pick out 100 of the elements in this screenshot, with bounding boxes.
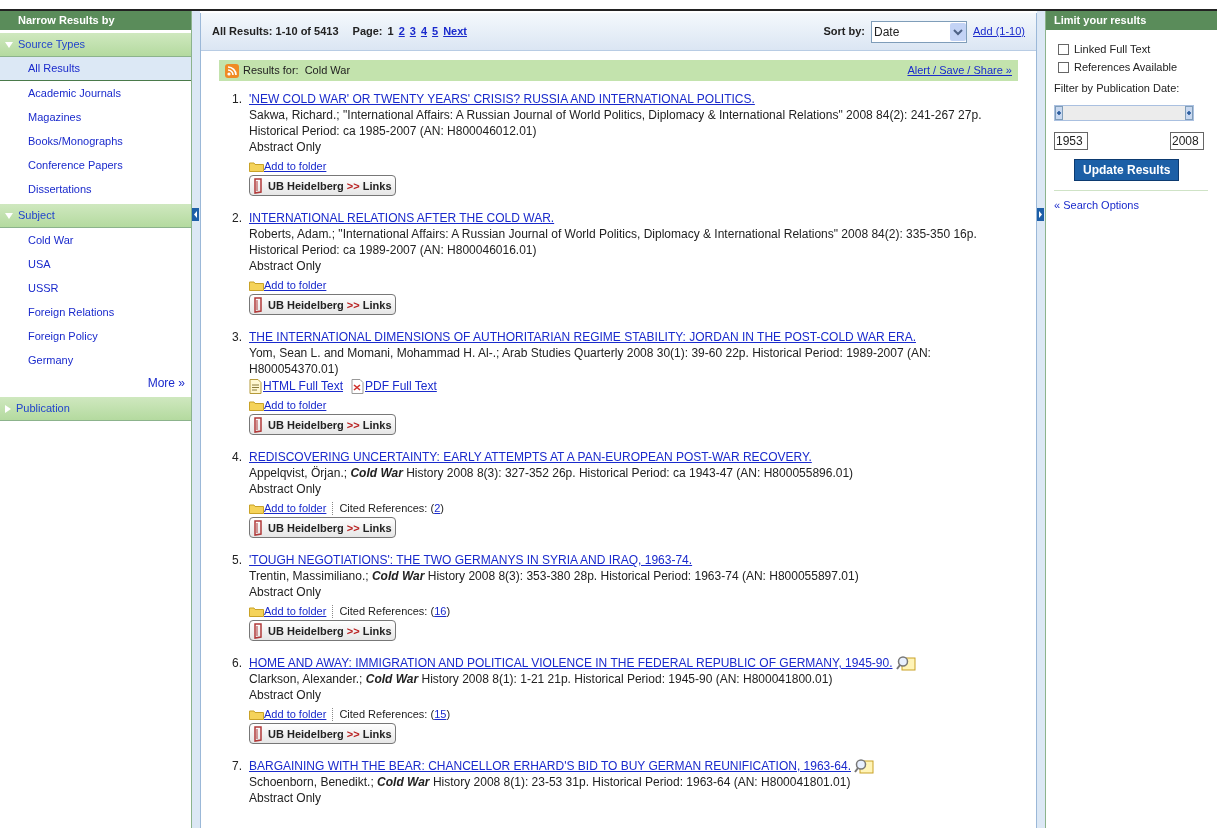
add-to-folder-link[interactable]: Add to folder bbox=[264, 279, 327, 292]
ub-heidelberg-links-button[interactable]: UB Heidelberg >> Links bbox=[249, 294, 396, 315]
checkbox[interactable] bbox=[1058, 43, 1069, 55]
alert-save-share-link[interactable]: Alert / Save / Share » bbox=[907, 62, 1012, 79]
result-title-link[interactable]: THE INTERNATIONAL DIMENSIONS OF AUTHORITARIAN REGIME STABILITY: JORDAN IN THE POST-COLD WAR ERA. bbox=[249, 329, 916, 345]
cited-references-link[interactable]: 16 bbox=[434, 605, 447, 618]
section-header[interactable]: Source Types bbox=[0, 33, 191, 57]
citation-text: Schoenborn, Benedikt.; Cold War History 2008 8(1): 23-53 31p. Historical Period: 1963-64 (AN: H800041801.01) bbox=[249, 774, 851, 790]
to-year-field[interactable]: 2008 bbox=[1170, 131, 1204, 150]
search-options-link[interactable]: « Search Options bbox=[1054, 196, 1209, 213]
update-results-button[interactable]: Update Results bbox=[1074, 158, 1180, 181]
checkbox[interactable] bbox=[1058, 61, 1069, 73]
availability-text: Abstract Only bbox=[249, 584, 322, 600]
add-to-folder-link[interactable]: Add to folder bbox=[264, 605, 327, 618]
book-icon bbox=[253, 725, 264, 742]
search-query: Cold War bbox=[304, 63, 351, 79]
cited-references-label: Cited References: ( bbox=[339, 708, 435, 721]
full-text-link[interactable]: HTML Full Text bbox=[263, 378, 343, 394]
availability-text: Abstract Only bbox=[249, 481, 322, 497]
ub-heidelberg-links-button[interactable]: UB Heidelberg >> Links bbox=[249, 175, 396, 196]
filter-link[interactable]: Germany bbox=[0, 348, 191, 372]
page-link[interactable]: 5 bbox=[432, 23, 439, 40]
filter-link[interactable]: Cold War bbox=[0, 228, 191, 252]
closing-parenthesis: ) bbox=[446, 708, 451, 721]
document-icon bbox=[249, 378, 262, 394]
add-to-folder-link[interactable]: Add to folder bbox=[264, 399, 327, 412]
from-year-field[interactable]: 1953 bbox=[1054, 131, 1088, 150]
result-number: 4. bbox=[231, 449, 242, 466]
result-title-link[interactable]: HOME AND AWAY: IMMIGRATION AND POLITICAL VIOLENCE IN THE FEDERAL REPUBLIC OF GERMANY, 1945-90. bbox=[249, 655, 893, 671]
magnifier-preview-icon[interactable] bbox=[895, 655, 916, 671]
filter-link[interactable]: Books/Monographs bbox=[0, 129, 191, 153]
add-to-folder-link[interactable]: Add to folder bbox=[264, 502, 327, 515]
folder-icon bbox=[249, 400, 264, 411]
sort-dropdown[interactable]: Date bbox=[871, 20, 967, 43]
page-link[interactable]: 1 bbox=[387, 23, 394, 40]
checkbox-label: Linked Full Text bbox=[1074, 41, 1151, 57]
result-number: 5. bbox=[231, 552, 242, 569]
filter-link[interactable]: Dissertations bbox=[0, 177, 191, 201]
filter-link[interactable]: Academic Journals bbox=[0, 81, 191, 105]
page-link[interactable]: 3 bbox=[409, 23, 416, 40]
result-number: 7. bbox=[231, 758, 242, 775]
slider-thumb[interactable] bbox=[1185, 105, 1193, 120]
result-number: 3. bbox=[231, 329, 242, 346]
book-icon bbox=[253, 296, 264, 313]
filter-link[interactable]: All Results bbox=[0, 57, 191, 81]
ub-heidelberg-links-button[interactable]: UB Heidelberg >> Links bbox=[249, 620, 396, 641]
filter-link[interactable]: Foreign Policy bbox=[0, 324, 191, 348]
book-icon bbox=[253, 622, 264, 639]
availability-text: Abstract Only bbox=[249, 258, 322, 274]
section-header[interactable]: Publication bbox=[0, 397, 191, 421]
cited-references-label: Cited References: ( bbox=[339, 502, 435, 515]
result-title-link[interactable]: 'TOUGH NEGOTIATIONS': THE TWO GERMANYS IN SYRIA AND IRAQ, 1963-74. bbox=[249, 552, 693, 568]
book-icon bbox=[253, 416, 264, 433]
page-link[interactable]: 2 bbox=[398, 23, 405, 40]
filter-link[interactable]: Magazines bbox=[0, 105, 191, 129]
magnifier-preview-icon[interactable] bbox=[853, 758, 874, 774]
results-for-label: Results for: bbox=[243, 63, 299, 79]
page-link[interactable]: 4 bbox=[420, 23, 428, 40]
citation-text: Yom, Sean L. and Momani, Mohammad H. Al-.; Arab Studies Quarterly 2008 30(1): 39-60 22p. Historical Period: 1989-2007 (AN: H800054370.01) bbox=[249, 345, 932, 377]
book-icon bbox=[253, 519, 264, 536]
collapse-left-icon[interactable] bbox=[192, 208, 199, 221]
next-link[interactable]: Next bbox=[443, 23, 467, 40]
add-to-folder-link[interactable]: Add to folder bbox=[264, 160, 327, 173]
filter-link[interactable]: USSR bbox=[0, 276, 191, 300]
folder-icon bbox=[249, 161, 264, 172]
result-number: 1. bbox=[231, 91, 242, 108]
result-title-link[interactable]: REDISCOVERING UNCERTAINTY: EARLY ATTEMPTS AT A PAN-EUROPEAN POST-WAR RECOVERY. bbox=[249, 449, 812, 465]
filter-link[interactable]: Foreign Relations bbox=[0, 300, 191, 324]
filter-link[interactable]: Conference Papers bbox=[0, 153, 191, 177]
result-title-link[interactable]: INTERNATIONAL RELATIONS AFTER THE COLD WAR. bbox=[249, 210, 555, 226]
results-count: All Results: 1-10 of 5413 bbox=[212, 24, 339, 40]
ub-heidelberg-links-button[interactable]: UB Heidelberg >> Links bbox=[249, 517, 396, 538]
panel-title: Narrow Results by bbox=[0, 11, 191, 30]
cited-references-label: Cited References: ( bbox=[339, 605, 435, 618]
rss-icon[interactable] bbox=[225, 63, 239, 78]
collapse-right-icon[interactable] bbox=[1037, 208, 1044, 221]
add-all-link[interactable]: Add (1-10) bbox=[973, 23, 1025, 40]
result-title-link[interactable]: BARGAINING WITH THE BEAR: CHANCELLOR ERHARD'S BID TO BUY GERMAN REUNIFICATION, 1963-64. bbox=[249, 758, 851, 774]
citation-text: Appelqvist, Örjan.; Cold War History 2008 8(3): 327-352 26p. Historical Period: ca 1943-47 (AN: H800055896.01) bbox=[249, 465, 854, 481]
availability-text: Abstract Only bbox=[249, 687, 322, 703]
book-icon bbox=[253, 177, 264, 194]
checkbox-label: References Available bbox=[1074, 59, 1178, 75]
folder-icon bbox=[249, 606, 264, 617]
citation-text: Roberts, Adam.; "International Affairs: A Russian Journal of World Politics, Diplomacy & International Relations" 2008 84(2): 335-350 16p. Historical Period: ca 1989-2007 (AN: H800046016.01) bbox=[249, 226, 978, 258]
filter-link[interactable]: USA bbox=[0, 252, 191, 276]
add-to-folder-link[interactable]: Add to folder bbox=[264, 708, 327, 721]
section-header[interactable]: Subject bbox=[0, 204, 191, 228]
result-number: 2. bbox=[231, 210, 242, 227]
cited-references-link[interactable]: 15 bbox=[434, 708, 447, 721]
full-text-link[interactable]: PDF Full Text bbox=[365, 378, 437, 394]
ub-heidelberg-links-button[interactable]: UB Heidelberg >> Links bbox=[249, 414, 396, 435]
more-link[interactable]: More » bbox=[147, 374, 185, 392]
sort-label: Sort by: bbox=[823, 24, 865, 40]
result-number: 6. bbox=[231, 655, 242, 672]
ub-heidelberg-links-button[interactable]: UB Heidelberg >> Links bbox=[249, 723, 396, 744]
citation-text: Sakwa, Richard.; "International Affairs: A Russian Journal of World Politics, Diplomacy & International Relations" 2008 84(2): 241-267 27p. Historical Period: ca 1985-2007 (AN: H800046012.01) bbox=[249, 107, 983, 139]
folder-icon bbox=[249, 709, 264, 720]
cited-references-link[interactable]: 2 bbox=[434, 502, 441, 515]
slider-thumb[interactable] bbox=[1055, 105, 1063, 120]
result-title-link[interactable]: 'NEW COLD WAR' OR TWENTY YEARS' CRISIS? RUSSIA AND INTERNATIONAL POLITICS. bbox=[249, 91, 755, 107]
